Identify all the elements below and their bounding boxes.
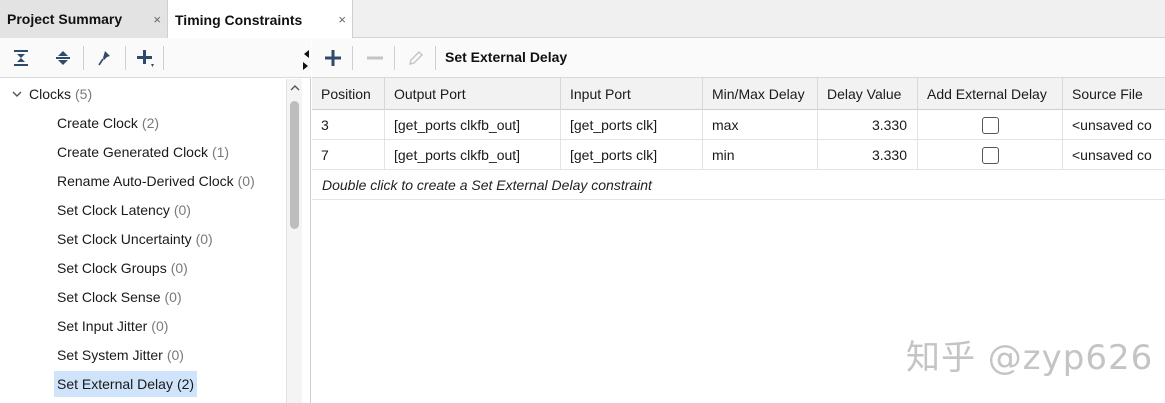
- toolbar-separator: [163, 46, 164, 70]
- column-header-output-port[interactable]: Output Port: [385, 78, 561, 110]
- column-header-source-file[interactable]: Source File: [1063, 78, 1165, 110]
- cell-minmax-delay[interactable]: max: [703, 110, 818, 140]
- watermark: 知乎 @zyp626: [906, 338, 1154, 378]
- table-header: Position Output Port Input Port Min/Max …: [312, 78, 1165, 110]
- tab-project-summary[interactable]: Project Summary ×: [0, 0, 168, 38]
- tree-item-count: (0): [166, 347, 184, 363]
- tree-item-label: Set Input Jitter: [57, 318, 148, 334]
- tree-item-label: Set External Delay: [57, 376, 173, 392]
- tree-item-count: (0): [151, 318, 169, 334]
- tree-item[interactable]: Set Clock Uncertainty (0): [57, 226, 213, 252]
- tree-group-clocks[interactable]: Clocks (5): [29, 81, 92, 107]
- cell-output-port[interactable]: [get_ports clkfb_out]: [385, 110, 561, 140]
- add-icon[interactable]: [321, 46, 345, 70]
- tree-item-label: Set Clock Uncertainty: [57, 231, 192, 247]
- scrollbar-thumb[interactable]: [290, 101, 299, 229]
- close-icon[interactable]: ×: [153, 12, 161, 27]
- tree-item-label: Create Clock: [57, 115, 138, 131]
- tab-bar: Project Summary × Timing Constraints ×: [0, 0, 1165, 39]
- expand-all-icon[interactable]: [51, 46, 75, 70]
- tree-item-label: Set Clock Sense: [57, 289, 161, 305]
- tree-item-label: Rename Auto-Derived Clock: [57, 173, 234, 189]
- tree-item[interactable]: Set System Jitter (0): [57, 342, 184, 368]
- tab-label: Project Summary: [7, 11, 123, 27]
- constraints-tree-panel: Clocks (5) Create Clock (2) Create Gener…: [0, 38, 311, 403]
- tree-item-count: (0): [173, 202, 191, 218]
- column-header-minmax-delay[interactable]: Min/Max Delay: [703, 78, 818, 110]
- tree-item-count: (2): [141, 115, 160, 131]
- cell-position: 3: [312, 110, 385, 140]
- tree-item-label: Set Clock Latency: [57, 202, 170, 218]
- add-icon[interactable]: [133, 46, 157, 70]
- tree-item-count: (0): [164, 289, 182, 305]
- column-header-input-port[interactable]: Input Port: [561, 78, 703, 110]
- toolbar-separator: [352, 46, 353, 70]
- toolbar-separator: [83, 46, 84, 70]
- tree-item[interactable]: Set Input Jitter (0): [57, 313, 168, 339]
- cell-source-file: <unsaved co: [1072, 147, 1152, 163]
- create-constraint-hint-row[interactable]: Double click to create a Set External De…: [312, 170, 1165, 200]
- tree-item-count: (1): [211, 144, 230, 160]
- tree-item-label: Create Generated Clock: [57, 144, 208, 160]
- table-row[interactable]: 7 [get_ports clkfb_out] [get_ports clk] …: [312, 140, 1165, 170]
- cell-source-file: <unsaved co: [1072, 117, 1152, 133]
- editor-toolbar: Set External Delay: [312, 38, 1165, 78]
- splitter-collapse-icon[interactable]: [302, 46, 310, 74]
- tree-item-count: (2): [176, 376, 195, 392]
- chevron-down-icon[interactable]: [11, 88, 23, 100]
- toolbar-separator: [125, 46, 126, 70]
- add-external-delay-checkbox[interactable]: [981, 146, 999, 164]
- tree-toolbar: [0, 38, 311, 78]
- cell-output-port[interactable]: [get_ports clkfb_out]: [385, 140, 561, 170]
- column-header-position[interactable]: Position: [312, 78, 385, 110]
- cell-minmax-delay[interactable]: min: [703, 140, 818, 170]
- tree-item[interactable]: Set Clock Sense (0): [57, 284, 182, 310]
- cell-delay-value[interactable]: 3.330: [818, 140, 918, 170]
- tab-timing-constraints[interactable]: Timing Constraints ×: [168, 0, 353, 39]
- chevron-up-icon[interactable]: [289, 83, 301, 93]
- tree-item[interactable]: Create Generated Clock (1): [57, 139, 229, 165]
- column-header-delay-value[interactable]: Delay Value: [818, 78, 918, 110]
- tree-item-selected[interactable]: Set External Delay (2): [54, 371, 198, 397]
- tree-item-label: Set Clock Groups: [57, 260, 167, 276]
- cell-add-external-delay: [918, 110, 1063, 140]
- tree-item[interactable]: Set Clock Latency (0): [57, 197, 191, 223]
- cell-delay-value[interactable]: 3.330: [818, 110, 918, 140]
- toolbar-separator: [435, 46, 436, 70]
- tree-item-count: (0): [237, 173, 255, 189]
- tree-item-count: (0): [170, 260, 188, 276]
- edit-icon[interactable]: [404, 46, 428, 70]
- toolbar-separator: [394, 46, 395, 70]
- tree-item[interactable]: Set Clock Groups (0): [57, 255, 188, 281]
- pin-icon[interactable]: [93, 46, 117, 70]
- cell-input-port[interactable]: [get_ports clk]: [561, 140, 703, 170]
- remove-icon[interactable]: [363, 46, 387, 70]
- column-header-add-external-delay[interactable]: Add External Delay: [918, 78, 1063, 110]
- panel-title: Set External Delay: [445, 49, 568, 65]
- cell-input-port[interactable]: [get_ports clk]: [561, 110, 703, 140]
- collapse-all-icon[interactable]: [9, 46, 33, 70]
- constraints-tree: Clocks (5) Create Clock (2) Create Gener…: [0, 79, 286, 403]
- tree-item-count: (5): [75, 86, 93, 102]
- cell-add-external-delay: [918, 140, 1063, 170]
- tree-item[interactable]: Create Clock (2): [57, 110, 159, 136]
- tree-item-count: (0): [195, 231, 213, 247]
- tree-scrollbar[interactable]: [286, 79, 302, 403]
- tree-item-label: Clocks: [29, 86, 72, 102]
- cell-position: 7: [312, 140, 385, 170]
- tree-item-label: Set System Jitter: [57, 347, 163, 363]
- tab-label: Timing Constraints: [175, 11, 303, 28]
- close-icon[interactable]: ×: [338, 12, 346, 27]
- add-external-delay-checkbox[interactable]: [981, 116, 999, 134]
- table-row[interactable]: 3 [get_ports clkfb_out] [get_ports clk] …: [312, 110, 1165, 140]
- tree-item[interactable]: Rename Auto-Derived Clock (0): [57, 168, 255, 194]
